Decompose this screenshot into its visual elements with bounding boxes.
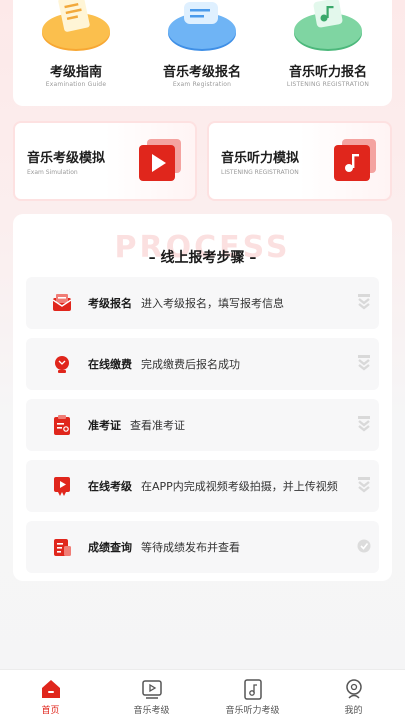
step-desc: 在APP内完成视频考级拍摄，并上传视频 xyxy=(141,480,338,493)
document-icon xyxy=(42,0,110,51)
tab-mine[interactable]: 我的 xyxy=(303,670,404,720)
sim-subtitle: LISTENING REGISTRATION xyxy=(221,169,299,176)
video-badge-icon xyxy=(48,472,76,500)
mail-form-icon xyxy=(48,289,76,317)
listening-simulation-card[interactable]: 音乐听力模拟 LISTENING REGISTRATION xyxy=(207,121,392,201)
step-name: 准考证 xyxy=(88,419,121,432)
tab-label: 我的 xyxy=(344,706,363,716)
tab-label: 音乐考级 xyxy=(133,706,170,716)
step-name: 在线缴费 xyxy=(88,358,132,371)
step-desc: 查看准考证 xyxy=(130,419,185,432)
check-circle-icon xyxy=(357,539,371,553)
process-card: PROCESS – 线上报考步骤 – 考级报名 进入考级报名，填写报考信息 在线… xyxy=(13,214,392,581)
step-name: 考级报名 xyxy=(88,297,132,310)
step-score-query[interactable]: 成绩查询 等待成绩发布并查看 xyxy=(26,521,379,573)
tab-listening-exam[interactable]: 音乐听力考级 xyxy=(202,670,303,720)
chevron-down-icon xyxy=(358,416,370,432)
step-name: 成绩查询 xyxy=(88,541,132,554)
video-play-icon xyxy=(141,680,162,699)
quick-link-title: 考级指南 xyxy=(49,65,102,80)
home-icon xyxy=(41,680,60,698)
chat-bubble-icon xyxy=(168,2,236,51)
tab-label: 音乐听力考级 xyxy=(225,706,280,716)
process-title: – 线上报考步骤 – xyxy=(148,250,257,266)
report-icon xyxy=(48,533,76,561)
chevron-down-icon xyxy=(358,294,370,310)
video-play-icon xyxy=(139,139,181,181)
quick-link-subtitle: Examination Guide xyxy=(45,81,107,88)
quick-link-exam-registration[interactable]: 音乐考级报名 Exam Registration xyxy=(139,0,265,106)
chevron-down-icon xyxy=(358,355,370,371)
quick-link-exam-guide[interactable]: 考级指南 Examination Guide xyxy=(13,0,139,106)
tab-label: 首页 xyxy=(41,706,60,716)
step-registration[interactable]: 考级报名 进入考级报名，填写报考信息 xyxy=(26,277,379,329)
quick-link-title: 音乐考级报名 xyxy=(162,65,241,80)
bottom-tab-bar: 首页 音乐考级 音乐听力考级 我的 xyxy=(0,669,405,720)
music-note-icon xyxy=(294,0,362,51)
tab-home[interactable]: 首页 xyxy=(0,670,101,720)
admission-ticket-icon xyxy=(48,411,76,439)
sim-title: 音乐听力模拟 xyxy=(221,151,300,166)
sim-title: 音乐考级模拟 xyxy=(27,151,106,166)
quick-links-card: 考级指南 Examination Guide 音乐考级报名 Exam Regis… xyxy=(13,0,392,106)
sim-subtitle: Exam Simulation xyxy=(27,169,78,176)
tab-music-exam[interactable]: 音乐考级 xyxy=(101,670,202,720)
chevron-down-icon xyxy=(358,477,370,493)
step-online-exam[interactable]: 在线考级 在APP内完成视频考级拍摄，并上传视频 xyxy=(26,460,379,512)
music-file-icon xyxy=(243,679,262,700)
quick-link-subtitle: Exam Registration xyxy=(172,81,232,88)
step-payment[interactable]: 在线缴费 完成缴费后报名成功 xyxy=(26,338,379,390)
step-name: 在线考级 xyxy=(88,480,132,493)
music-card-icon xyxy=(334,139,376,181)
quick-link-title: 音乐听力报名 xyxy=(288,65,367,80)
quick-link-listening-registration[interactable]: 音乐听力报名 LISTENING REGISTRATION xyxy=(265,0,391,106)
step-admission-ticket[interactable]: 准考证 查看准考证 xyxy=(26,399,379,451)
step-desc: 完成缴费后报名成功 xyxy=(141,358,240,371)
quick-link-subtitle: LISTENING REGISTRATION xyxy=(286,81,370,88)
step-desc: 等待成绩发布并查看 xyxy=(141,541,240,554)
coin-icon xyxy=(48,350,76,378)
step-desc: 进入考级报名，填写报考信息 xyxy=(141,297,284,310)
exam-simulation-card[interactable]: 音乐考级模拟 Exam Simulation xyxy=(13,121,197,201)
profile-icon xyxy=(345,679,362,699)
